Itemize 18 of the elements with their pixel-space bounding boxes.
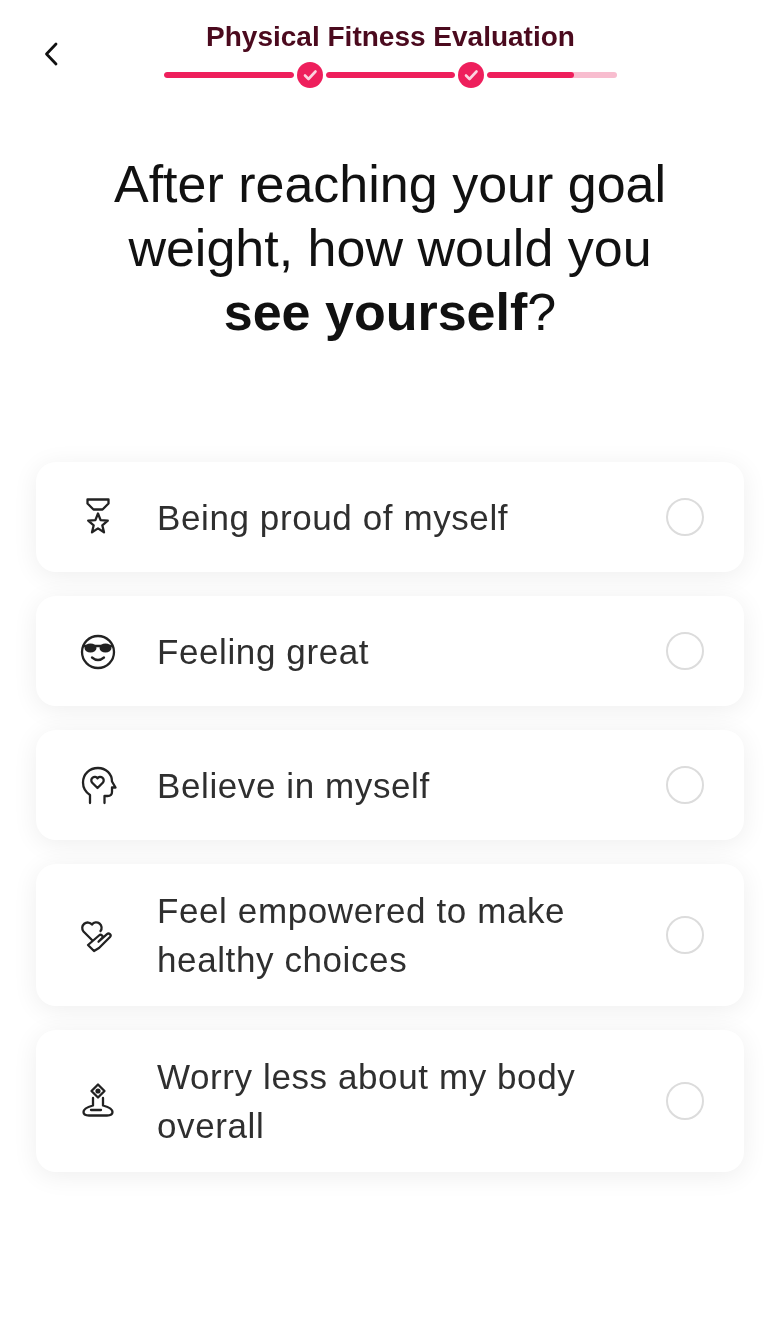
radio-button[interactable] bbox=[666, 498, 704, 536]
option-label: Feel empowered to make healthy choices bbox=[157, 890, 567, 981]
radio-button[interactable] bbox=[666, 766, 704, 804]
option-card[interactable]: Feel empowered to make healthy choices bbox=[36, 864, 744, 1006]
option-label: Being proud of myself bbox=[157, 496, 510, 539]
question-heading: After reaching your goal weight, how would you see yourself? bbox=[112, 154, 668, 343]
option-card[interactable]: Believe in myself bbox=[36, 730, 744, 840]
option-label: Believe in myself bbox=[157, 764, 431, 807]
option-card[interactable]: Feeling great bbox=[36, 596, 744, 706]
option-card[interactable]: Worry less about my body overall bbox=[36, 1030, 744, 1172]
page-title: Physical Fitness Evaluation bbox=[205, 20, 576, 54]
option-card[interactable]: Being proud of myself bbox=[36, 462, 744, 572]
option-label: Feeling great bbox=[157, 630, 371, 673]
radio-button[interactable] bbox=[666, 1082, 704, 1120]
option-label: Worry less about my body overall bbox=[157, 1056, 577, 1147]
back-icon bbox=[44, 42, 58, 66]
radio-button[interactable] bbox=[666, 632, 704, 670]
radio-button[interactable] bbox=[666, 916, 704, 954]
